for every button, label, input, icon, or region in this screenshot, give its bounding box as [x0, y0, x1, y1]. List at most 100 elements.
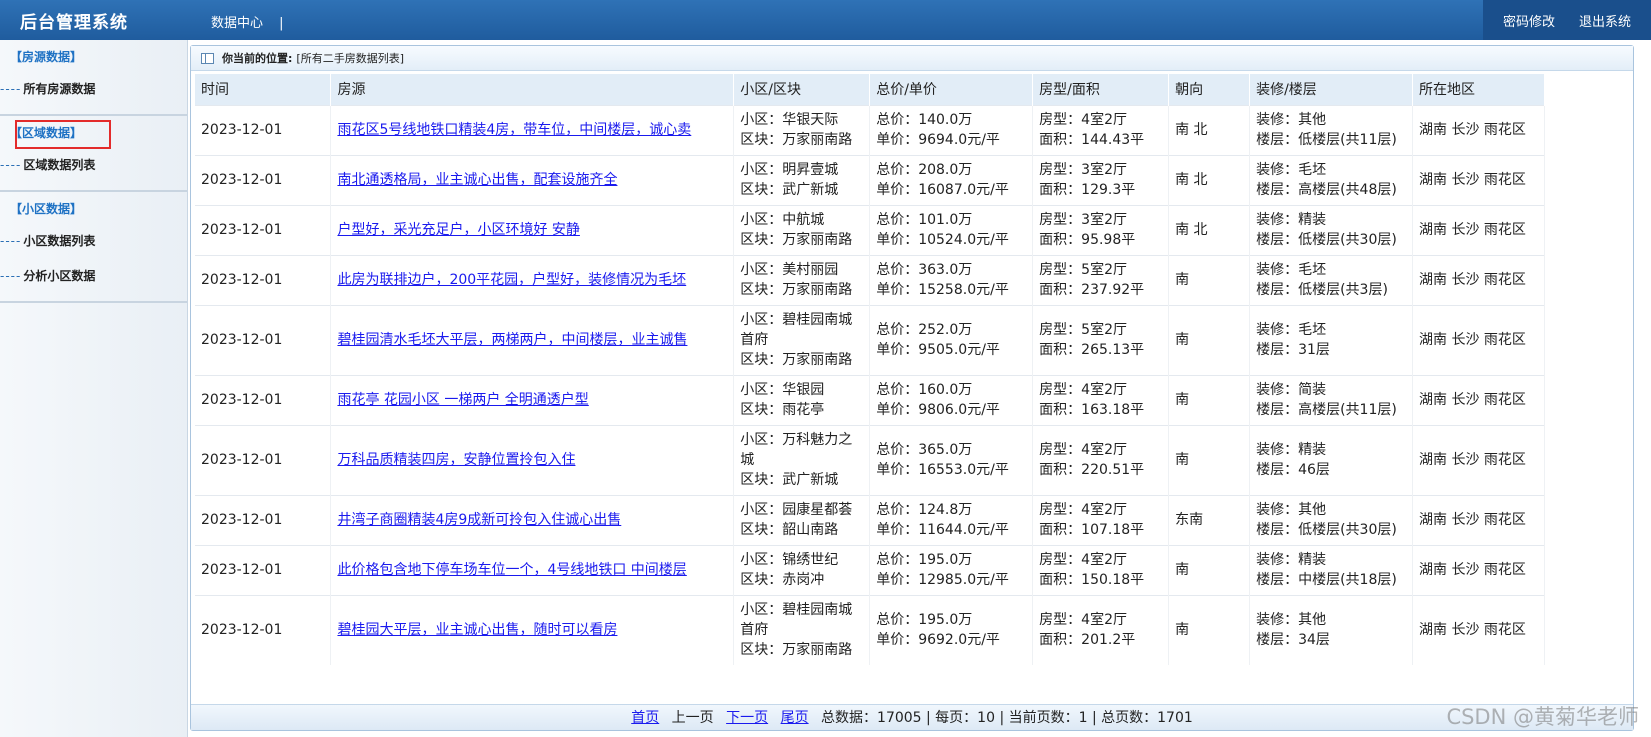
- pagination-summary: 总数据：17005 | 每页：10 | 当前页数：1 | 总页数：1701: [821, 710, 1193, 726]
- column-header: 房型/面积: [1032, 74, 1170, 105]
- listing-title-link[interactable]: 碧桂园大平层，业主诚心出售，随时可以看房: [337, 622, 617, 638]
- listing-title-link[interactable]: 万科品质精装四房，安静位置拎包入住: [337, 452, 575, 468]
- cell-time: 2023-12-01: [195, 304, 332, 375]
- sidebar-item-label: 小区数据列表: [23, 234, 96, 248]
- cell-decoration: 装修：其他 楼层：34层: [1249, 594, 1414, 665]
- listing-block: 区块：万家丽南路: [740, 282, 853, 298]
- cell-price: 总价：124.8万 单价：11644.0元/平: [869, 494, 1034, 545]
- listing-layout: 房型：4室2厅: [1039, 112, 1127, 128]
- app-title: 后台管理系统: [20, 13, 128, 33]
- listing-total-price: 总价：124.8万: [876, 502, 973, 518]
- listing-decoration: 装修：其他: [1256, 612, 1327, 629]
- last-page-link[interactable]: 尾页: [781, 710, 809, 726]
- listing-community: 小区：华银天际: [740, 112, 839, 128]
- listing-title-link[interactable]: 此价格包含地下停车场车位一个，4号线地铁口 中间楼层: [337, 562, 686, 578]
- listing-total-price: 总价：365.0万: [876, 442, 973, 458]
- cell-decoration: 装修：精装 楼层：中楼层(共18层): [1249, 544, 1414, 595]
- nav-data-center[interactable]: 数据中心: [211, 16, 263, 31]
- cell-time: 2023-12-01: [195, 544, 332, 595]
- sidebar-item-label: 分析小区数据: [23, 269, 96, 283]
- listing-community: 小区：园康星都荟: [740, 502, 853, 518]
- cell-layout: 房型：4室2厅面积：163.18平: [1032, 374, 1170, 425]
- listing-layout: 房型：3室2厅: [1039, 212, 1127, 228]
- listing-block: 区块：万家丽南路: [740, 642, 853, 659]
- listing-block: 区块：武广新城: [740, 182, 839, 198]
- logout-link[interactable]: 退出系统: [1579, 11, 1631, 30]
- cell-orientation: 南: [1168, 374, 1251, 425]
- cell-community: 小区：明昇壹城 区块：武广新城: [733, 154, 871, 205]
- pagination: 首页 上一页 下一页 尾页 总数据：17005 | 每页：10 | 当前页数：1…: [191, 704, 1633, 730]
- listing-area: 面积：129.3平: [1039, 182, 1136, 198]
- cell-title: 此房为联排边户，200平花园，户型好，装修情况为毛坯: [330, 254, 735, 305]
- listing-title-link[interactable]: 南北通透格局，业主诚心出售，配套设施齐全: [337, 172, 617, 188]
- cell-decoration: 装修：精装 楼层：低楼层(共30层): [1249, 204, 1414, 255]
- listing-time: 2023-12-01: [201, 392, 283, 408]
- sidebar-item-community-analysis[interactable]: ---- 分析小区数据: [0, 258, 187, 293]
- cell-title: 井湾子商圈精装4房9成新可拎包入住诚心出售: [330, 494, 735, 545]
- table-row: 2023-12-01 雨花区5号线地铁口精装4房，带车位，中间楼层，诚心卖 小区：华…: [195, 104, 1545, 155]
- listing-layout: 房型：4室2厅: [1039, 382, 1127, 398]
- listing-region: 湖南 长沙 雨花区: [1419, 622, 1526, 639]
- listing-title-link[interactable]: 雨花亭 花园小区 一梯两户 全明通透户型: [337, 392, 588, 408]
- listing-time: 2023-12-01: [201, 452, 283, 468]
- first-page-link[interactable]: 首页: [631, 710, 659, 726]
- listing-time: 2023-12-01: [201, 172, 283, 188]
- listing-title-link[interactable]: 碧桂园清水毛坯大平层，两梯两户，中间楼层，业主诚售: [337, 332, 687, 348]
- table-header-row: 时间 房源 小区/区块 总价/单价 房型/面积 朝向 装修/楼层 所在地区: [195, 74, 1545, 105]
- listing-decoration: 装修：精装: [1256, 442, 1327, 458]
- cell-layout: 房型：4室2厅 面积：201.2平: [1032, 594, 1170, 665]
- cell-decoration: 装修：其他 楼层：低楼层(共11层): [1249, 104, 1414, 155]
- cell-time: 2023-12-01: [195, 104, 332, 155]
- top-bar: 后台管理系统 数据中心 | 密码修改 退出系统: [0, 0, 1651, 40]
- cell-decoration: 装修：精装楼层：46层: [1249, 424, 1414, 495]
- listing-decoration: 装修：简装: [1256, 382, 1327, 398]
- prev-page-link[interactable]: 上一页: [672, 710, 714, 726]
- sidebar-item-label: 区域数据列表: [23, 158, 96, 172]
- panel-icon: [201, 52, 214, 64]
- cell-decoration: 装修：毛坯 楼层：31层: [1249, 304, 1414, 375]
- listing-title-link[interactable]: 此房为联排边户，200平花园，户型好，装修情况为毛坯: [337, 272, 686, 288]
- sidebar-item-region-list[interactable]: ---- 区域数据列表: [0, 147, 187, 182]
- listing-title-link[interactable]: 雨花区5号线地铁口精装4房，带车位，中间楼层，诚心卖: [337, 122, 691, 138]
- column-header: 所在地区: [1412, 74, 1545, 105]
- listing-decoration: 装修：精装: [1256, 552, 1327, 568]
- column-header: 装修/楼层: [1249, 74, 1414, 105]
- cell-region: 湖南 长沙 雨花区: [1412, 494, 1545, 545]
- cell-layout: 房型：4室2厅 面积：150.18平: [1032, 544, 1170, 595]
- listing-area: 面积：265.13平: [1039, 342, 1145, 358]
- cell-layout: 房型：5室2厅 面积：237.92平: [1032, 254, 1170, 305]
- listing-floor: 楼层：低楼层(共30层): [1256, 522, 1397, 538]
- watermark: CSDN @黄菊华老师: [1446, 705, 1639, 729]
- listing-orientation: 南 北: [1175, 172, 1208, 188]
- listing-floor: 楼层：46层: [1256, 462, 1330, 478]
- listing-title-link[interactable]: 户型好，采光充足户，小区环境好 安静: [337, 222, 579, 238]
- change-password-link[interactable]: 密码修改: [1503, 11, 1555, 30]
- listing-community: 小区：美村丽园: [740, 262, 839, 278]
- listing-community: 小区：碧桂园南城首府: [740, 602, 853, 639]
- listing-orientation: 南: [1175, 622, 1190, 639]
- listing-area: 面积：107.18平: [1039, 522, 1145, 538]
- listing-area: 面积：220.51平: [1039, 462, 1145, 478]
- sidebar-item-all-listings[interactable]: ---- 所有房源数据: [0, 71, 95, 106]
- next-page-link[interactable]: 下一页: [726, 710, 768, 726]
- listing-floor: 楼层：高楼层(共11层): [1256, 402, 1397, 418]
- sidebar-item-community-list[interactable]: ---- 小区数据列表: [0, 223, 187, 258]
- listing-community: 小区：中航城: [740, 212, 825, 228]
- cell-decoration: 装修：毛坯 楼层：高楼层(共48层): [1249, 154, 1414, 205]
- listing-area: 面积：95.98平: [1039, 232, 1136, 248]
- top-right-actions: 密码修改 退出系统: [1483, 0, 1651, 40]
- column-header: 总价/单价: [869, 74, 1034, 105]
- listing-total-price: 总价：208.0万: [876, 162, 973, 178]
- listing-area: 面积：163.18平: [1039, 402, 1145, 418]
- listing-unit-price: 单价：16087.0元/平: [876, 182, 1009, 198]
- main-panel: 你当前的位置: [所有二手房数据列表] 时间 房源 小区/区块 总价/单价 房型…: [190, 45, 1634, 731]
- cell-title: 万科品质精装四房，安静位置拎包入住: [330, 424, 735, 495]
- listing-time: 2023-12-01: [201, 122, 283, 138]
- listing-region: 湖南 长沙 雨花区: [1419, 122, 1526, 138]
- sidebar-section-title: 【房源数据】: [10, 50, 83, 64]
- listing-decoration: 装修：毛坯: [1256, 322, 1327, 338]
- cell-community: 小区：碧桂园南城首府 区块：万家丽南路: [733, 304, 871, 375]
- cell-title: 碧桂园大平层，业主诚心出售，随时可以看房: [330, 594, 735, 665]
- listing-layout: 房型：4室2厅: [1039, 502, 1127, 518]
- listing-title-link[interactable]: 井湾子商圈精装4房9成新可拎包入住诚心出售: [337, 512, 621, 528]
